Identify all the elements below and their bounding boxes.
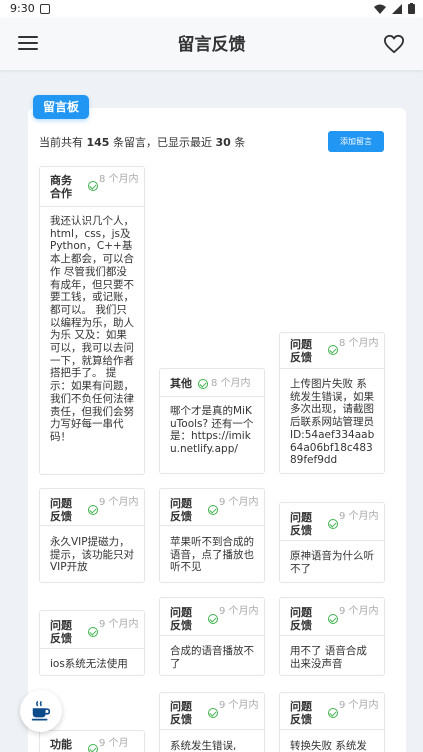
card-body: 上传图片失败 系统发生错误，如果多次出现，请截图后联系网站管理员 ID:54ae… <box>290 378 375 467</box>
card-category: 问题反馈 <box>170 606 192 632</box>
card-category: 问题反馈 <box>290 511 312 537</box>
card-body: 用不了 语音合成出来没声音 <box>290 645 367 670</box>
total-count: 145 <box>86 136 110 149</box>
app-bar: 留言反馈 <box>0 18 423 70</box>
card-body: 苹果听不到合成的语音，点了播放也听不见 <box>170 536 254 574</box>
battery-icon <box>408 3 415 14</box>
verified-icon <box>88 744 98 752</box>
card-time: 9 个月内 <box>219 497 259 508</box>
card-time: 9 个月内 <box>99 497 139 508</box>
card-category: 问题反馈 <box>50 619 72 645</box>
verified-icon <box>328 345 338 355</box>
card-time: 9 个月内 <box>99 619 139 630</box>
message-card[interactable]: 功能 9 个月 <box>39 730 145 752</box>
card-time: 8 个月内 <box>211 378 251 389</box>
card-category: 问题反馈 <box>290 338 312 364</box>
card-time: 9 个月内 <box>339 606 379 617</box>
message-card[interactable]: 问题反馈 9 个月内 ios系统无法使用 <box>39 610 145 676</box>
wifi-icon <box>374 4 386 14</box>
message-card[interactable]: 问题反馈 9 个月内 永久VIP提磁力，提示，该功能只对VIP开放 <box>39 488 145 583</box>
summary-middle: 条留言，已显示最近 <box>112 136 212 149</box>
card-body: 系统发生错误, <box>170 740 237 752</box>
message-card[interactable]: 问题反馈 9 个月内 用不了 语音合成出来没声音 <box>279 597 385 676</box>
summary-prefix: 当前共有 <box>39 136 83 149</box>
verified-icon <box>198 379 208 389</box>
system-icons <box>374 3 415 14</box>
coffee-cup-icon <box>31 701 51 721</box>
verified-icon <box>88 181 98 191</box>
message-card[interactable]: 问题反馈 9 个月内 苹果听不到合成的语音，点了播放也听不见 <box>159 488 265 583</box>
card-body: 合成的语音播放不了 <box>170 645 254 670</box>
status-time: 9:30 <box>10 2 35 15</box>
card-body: ios系统无法使用 <box>50 658 128 670</box>
card-body: 原神语音为什么听不了 <box>290 550 374 575</box>
page-title: 留言反馈 <box>177 35 246 55</box>
card-body: 哪个才是真的MiKuTools? 还有一个是：https://imiku.net… <box>170 405 254 456</box>
message-card[interactable]: 商务合作 8 个月内 我还认识几个人，html，css，js及Python，C+… <box>39 166 145 475</box>
card-category: 其他 <box>170 377 192 390</box>
status-bar: 9:30 <box>0 0 423 18</box>
verified-icon <box>208 708 218 718</box>
card-time: 8 个月内 <box>99 174 139 185</box>
summary-suffix: 条 <box>234 136 246 149</box>
verified-icon <box>328 614 338 624</box>
message-card[interactable]: 问题反馈 9 个月内 转换失败 系统发 <box>279 692 385 752</box>
card-category: 问题反馈 <box>170 700 192 726</box>
message-card[interactable]: 问题反馈 9 个月内 原神语音为什么听不了 <box>279 502 385 583</box>
card-category: 问题反馈 <box>50 497 72 523</box>
board-tab[interactable]: 留言板 <box>33 95 89 119</box>
signal-icon <box>392 3 402 14</box>
card-body: 转换失败 系统发 <box>290 740 367 752</box>
card-body: 永久VIP提磁力，提示，该功能只对VIP开放 <box>50 536 134 574</box>
heart-icon[interactable] <box>383 34 405 54</box>
notification-icon <box>40 4 50 14</box>
card-category: 商务合作 <box>50 174 72 200</box>
verified-icon <box>328 708 338 718</box>
card-category: 功能 <box>50 738 72 751</box>
shown-count: 30 <box>215 136 231 149</box>
card-body: 我还认识几个人，html，css，js及Python，C++基本上都会，可以合作… <box>50 215 134 443</box>
card-time: 9 个月内 <box>339 511 379 522</box>
message-card[interactable]: 其他 8 个月内 哪个才是真的MiKuTools? 还有一个是：https://… <box>159 368 265 474</box>
card-time: 8 个月内 <box>339 338 379 349</box>
card-time: 9 个月内 <box>219 606 259 617</box>
verified-icon <box>88 627 98 637</box>
card-time: 9 个月 <box>99 738 129 749</box>
message-summary: 当前共有 145 条留言，已显示最近 30 条 <box>39 134 245 150</box>
card-time: 9 个月内 <box>219 700 259 711</box>
verified-icon <box>208 614 218 624</box>
message-card[interactable]: 问题反馈 9 个月内 系统发生错误, <box>159 692 265 752</box>
verified-icon <box>88 505 98 515</box>
card-category: 问题反馈 <box>290 700 312 726</box>
card-category: 问题反馈 <box>290 606 312 632</box>
message-card[interactable]: 问题反馈 9 个月内 合成的语音播放不了 <box>159 597 265 676</box>
verified-icon <box>328 519 338 529</box>
card-time: 9 个月内 <box>339 700 379 711</box>
verified-icon <box>208 505 218 515</box>
card-category: 问题反馈 <box>170 497 192 523</box>
add-message-button[interactable]: 添加留言 <box>328 131 384 152</box>
donate-coffee-button[interactable] <box>20 690 62 732</box>
message-card[interactable]: 问题反馈 8 个月内 上传图片失败 系统发生错误，如果多次出现，请截图后联系网站… <box>279 332 385 474</box>
